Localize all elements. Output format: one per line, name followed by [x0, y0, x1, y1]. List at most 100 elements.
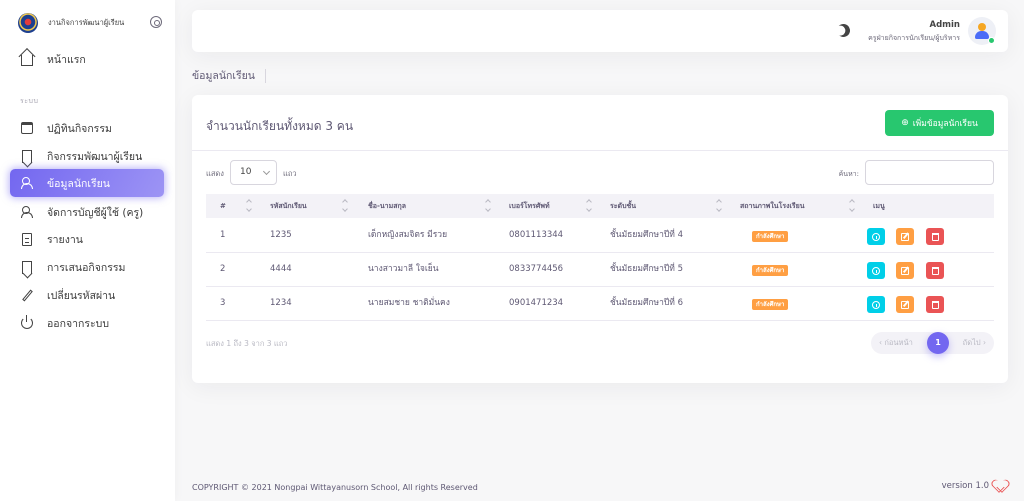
sidebar-item-reports[interactable]: รายงาน [10, 225, 164, 253]
cell-name: นางสาวมาลี ใจเย็น [368, 264, 439, 274]
school-logo [18, 13, 38, 33]
search-input[interactable] [865, 160, 994, 185]
sidebar-section-label: ระบบ [20, 97, 39, 105]
cell-student-id: 1234 [270, 298, 292, 308]
view-button[interactable] [867, 228, 885, 245]
column-header-phone[interactable]: เบอร์โทรศัพท์ [509, 194, 550, 218]
status-badge: กำลังศึกษา [752, 231, 789, 242]
view-button[interactable] [867, 296, 885, 313]
students-card: จำนวนนักเรียนทั้งหมด 3 คน ⊕ เพิ่มข้อมูลน… [192, 95, 1008, 383]
prev-page-button[interactable]: ‹ ก่อนหน้า [879, 332, 913, 354]
calendar-icon [20, 121, 34, 135]
column-header-student-id[interactable]: รหัสนักเรียน [270, 194, 307, 218]
sort-icon[interactable] [342, 200, 348, 212]
sort-icon[interactable] [586, 200, 592, 212]
table-info: แสดง 1 ถึง 3 จาก 3 แถว [206, 339, 288, 348]
version: version 1.0 [941, 481, 989, 491]
avatar[interactable] [968, 17, 996, 45]
heart-icon [994, 480, 1007, 492]
chevron-down-icon [262, 167, 271, 176]
sort-icon[interactable] [849, 200, 855, 212]
info-icon [872, 232, 880, 241]
cell-no: 1 [220, 230, 226, 240]
users-icon [20, 176, 34, 190]
status-badge: กำลังศึกษา [752, 265, 789, 276]
sidebar: งานกิจการพัฒนาผู้เรียน หน้าแรก ระบบ ปฏิท… [0, 0, 175, 501]
brand[interactable]: งานกิจการพัฒนาผู้เรียน [18, 12, 168, 34]
view-button[interactable] [867, 262, 885, 279]
edit-icon [901, 232, 909, 241]
sidebar-item-home[interactable]: หน้าแรก [10, 45, 164, 73]
table-row: 2 4444 นางสาวมาลี ใจเย็น 0833774456 ชั้น… [206, 253, 994, 287]
add-student-button[interactable]: ⊕ เพิ่มข้อมูลนักเรียน [885, 110, 994, 136]
edit-icon [901, 266, 909, 275]
cell-phone: 0833774456 [509, 264, 564, 274]
delete-button[interactable] [926, 228, 944, 245]
page-size-select[interactable]: 10 [230, 160, 277, 185]
column-header-status[interactable]: สถานภาพในโรงเรียน [740, 194, 805, 218]
sidebar-item-label: กิจกรรมพัฒนาผู้เรียน [47, 150, 143, 163]
rows-label: แถว [283, 169, 297, 178]
table-row: 3 1234 นายสมชาย ชาติมั่นคง 0901471234 ชั… [206, 287, 994, 321]
user-role: ครูฝ่ายกิจการนักเรียน/ผู้บริหาร [868, 34, 960, 42]
delete-button[interactable] [926, 262, 944, 279]
column-header-no[interactable]: # [220, 194, 226, 218]
dark-mode-toggle-icon[interactable] [835, 22, 852, 39]
sidebar-item-label: รายงาน [47, 233, 83, 246]
page-title: ข้อมูลนักเรียน [192, 69, 266, 83]
sidebar-item-label: ข้อมูลนักเรียน [47, 177, 110, 190]
users-icon [20, 205, 34, 219]
next-page-button[interactable]: ถัดไป › [963, 332, 986, 354]
user-plus-icon: ⊕ [901, 118, 909, 128]
page-size-value: 10 [240, 167, 252, 177]
cell-name: นายสมชาย ชาติมั่นคง [368, 298, 450, 308]
add-student-button-label: เพิ่มข้อมูลนักเรียน [912, 119, 978, 129]
sidebar-item-teacher-accounts[interactable]: จัดการบัญชีผู้ใช้ (ครู) [10, 198, 164, 226]
info-icon [872, 266, 880, 275]
card-title: จำนวนนักเรียนทั้งหมด 3 คน [206, 119, 354, 133]
brand-name: งานกิจการพัฒนาผู้เรียน [48, 18, 125, 27]
show-label: แสดง [206, 169, 224, 178]
pagination: ‹ ก่อนหน้า 1 ถัดไป › [871, 332, 994, 354]
cell-name: เด็กหญิงสมจิตร มีรวย [368, 230, 448, 240]
sidebar-item-activities[interactable]: กิจกรรมพัฒนาผู้เรียน [10, 142, 164, 170]
file-icon [20, 232, 34, 246]
column-header-level[interactable]: ระดับชั้น [610, 194, 636, 218]
sidebar-item-students[interactable]: ข้อมูลนักเรียน [10, 169, 164, 197]
search-label: ค้นหา: [838, 170, 859, 178]
column-header-name[interactable]: ชื่อ-นามสกุล [368, 194, 406, 218]
edit-button[interactable] [896, 296, 914, 313]
sidebar-item-label: ออกจากระบบ [47, 317, 109, 330]
edit-button[interactable] [896, 262, 914, 279]
bookmark-icon [20, 149, 34, 163]
copyright: COPYRIGHT © 2021 Nongpai Wittayanusorn S… [192, 483, 478, 492]
column-header-menu: เมนู [873, 202, 885, 210]
cell-level: ชั้นมัธยมศึกษาปีที่ 4 [610, 230, 683, 240]
sidebar-item-label: การเสนอกิจกรรม [47, 261, 126, 274]
sidebar-item-calendar[interactable]: ปฏิทินกิจกรรม [10, 114, 164, 142]
cell-student-id: 1235 [270, 230, 292, 240]
sort-icon[interactable] [485, 200, 491, 212]
online-status-dot [988, 37, 995, 44]
sort-icon[interactable] [246, 200, 252, 212]
top-navbar: Admin ครูฝ่ายกิจการนักเรียน/ผู้บริหาร [192, 10, 1008, 52]
delete-button[interactable] [926, 296, 944, 313]
sort-icon[interactable] [716, 200, 722, 212]
cell-phone: 0901471234 [509, 298, 564, 308]
sidebar-item-proposals[interactable]: การเสนอกิจกรรม [10, 253, 164, 281]
sidebar-item-change-password[interactable]: เปลี่ยนรหัสผ่าน [10, 281, 164, 309]
edit-button[interactable] [896, 228, 914, 245]
cell-no: 2 [220, 264, 226, 274]
page-1-button[interactable]: 1 [927, 332, 949, 354]
cell-student-id: 4444 [270, 264, 292, 274]
user-name[interactable]: Admin [930, 20, 961, 30]
trash-icon [931, 232, 939, 241]
power-icon [20, 315, 34, 330]
sidebar-item-label: ปฏิทินกิจกรรม [47, 122, 112, 135]
cell-no: 3 [220, 298, 226, 308]
sidebar-item-logout[interactable]: ออกจากระบบ [10, 309, 164, 337]
table-header: # รหัสนักเรียน ชื่อ-นามสกุล เบอร์โทรศัพท… [206, 194, 994, 218]
collapse-sidebar-icon[interactable] [150, 16, 162, 28]
edit-icon [20, 288, 34, 302]
table-row: 1 1235 เด็กหญิงสมจิตร มีรวย 0801113344 ช… [206, 219, 994, 253]
